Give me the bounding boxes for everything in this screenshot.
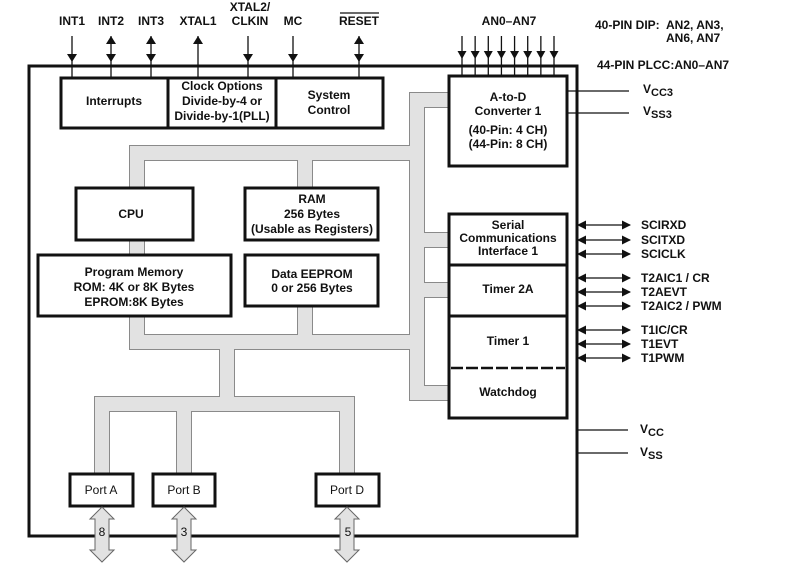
pin-t1pwm: T1PWM [641,351,684,365]
system-label-1: System [308,88,351,102]
pin-scirxd: SCIRXD [641,218,687,232]
sci-label-2: Communications [459,231,557,245]
progmem-label-2: ROM: 4K or 8K Bytes [74,280,195,294]
pin-xtal1: XTAL1 [179,14,216,28]
pin-int1: INT1 [59,14,85,28]
adc-label-3: (40-Pin: 4 CH) [469,123,548,137]
eeprom-label-1: Data EEPROM [271,267,352,281]
ram-label-3: (Usable as Registers) [251,222,373,236]
arrow-down-icon [483,51,493,59]
port-d-width: 5 [345,525,352,539]
sci-label-1: Serial [492,218,525,232]
progmem-label-1: Program Memory [85,265,184,279]
pin-t1evt: T1EVT [641,337,679,351]
sci-label-3: Interface 1 [478,244,538,258]
ram-label-2: 256 Bytes [284,207,340,221]
plcc-note: 44-PIN PLCC:AN0–AN7 [597,58,729,72]
progmem-label-3: EPROM:8K Bytes [84,295,184,309]
timer2a-label: Timer 2A [482,282,533,296]
pin-t1ic: T1IC/CR [641,323,688,337]
vcc-label: VCC [640,422,664,439]
clock-label-1: Clock Options [181,79,263,93]
adc-label-4: (44-Pin: 8 CH) [469,137,548,151]
arrow-down-icon [457,51,467,59]
pin-mc: MC [284,14,303,28]
dip-label: 40-PIN DIP: [595,18,660,32]
arrow-down-icon [470,51,480,59]
block-diagram: INT1 INT2 INT3 XTAL1 XTAL2/ CLKIN MC RES… [27,0,729,563]
clock-label-2: Divide-by-4 or [182,94,262,108]
analog-pins-label: AN0–AN7 [482,14,537,28]
pin-xtal2-line1: XTAL2/ [230,0,271,14]
pin-t2aevt: T2AEVT [641,285,688,299]
ram-label-1: RAM [298,192,325,206]
pin-xtal2-line2: CLKIN [232,14,269,28]
vss-label: VSS [640,445,663,462]
port-a-width: 8 [99,525,106,539]
cpu-label: CPU [118,207,143,221]
port-b-width: 3 [181,525,188,539]
dip-line2: AN6, AN7 [666,31,721,45]
side-pins: SCIRXD SCITXD SCICLK T2AIC1 / CR T2AEVT … [577,218,722,365]
adc-label-2: Converter 1 [475,104,542,118]
dip-line1: AN2, AN3, [666,18,724,32]
adc-label-1: A-to-D [490,90,527,104]
port-b-label: Port B [167,483,200,497]
arrow-down-icon [523,51,533,59]
clock-label-3: Divide-by-1(PLL) [174,109,269,123]
vss3-label: VSS3 [643,104,672,121]
vcc3-label: VCC3 [643,82,673,99]
port-a-label: Port A [85,483,118,497]
arrow-down-icon [536,51,546,59]
arrow-down-icon [496,51,506,59]
pin-scitxd: SCITXD [641,233,685,247]
timer1-label: Timer 1 [487,334,530,348]
port-d-label: Port D [330,483,364,497]
pin-t2aic2: T2AIC2 / PWM [641,299,722,313]
interrupts-label: Interrupts [86,94,142,108]
arrow-down-icon [549,51,559,59]
watchdog-label: Watchdog [479,385,537,399]
pin-int3: INT3 [138,14,164,28]
pin-reset: RESET [339,14,380,28]
eeprom-label-2: 0 or 256 Bytes [271,281,353,295]
pin-notes: 40-PIN DIP: AN2, AN3, AN6, AN7 44-PIN PL… [595,18,729,72]
pin-t2aic1: T2AIC1 / CR [641,271,710,285]
arrow-down-icon [510,51,520,59]
pin-sciclk: SCICLK [641,247,686,261]
system-label-2: Control [308,103,351,117]
pin-int2: INT2 [98,14,124,28]
